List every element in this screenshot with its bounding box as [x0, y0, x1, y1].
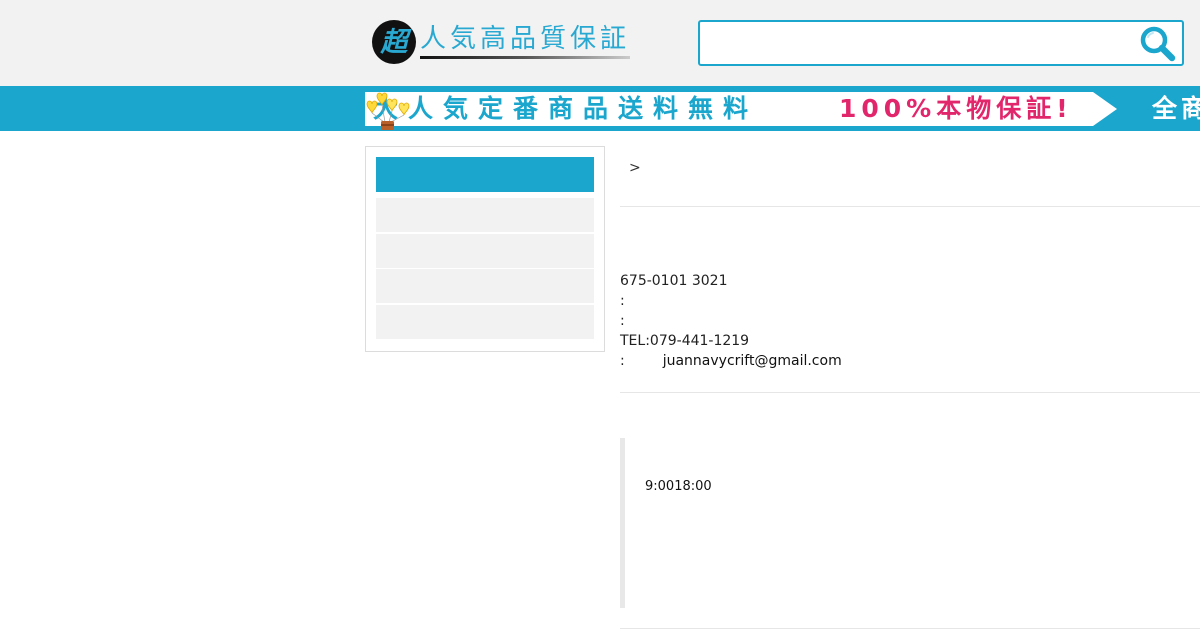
divider: [620, 392, 1200, 393]
phone-number: TEL:079-441-1219: [620, 333, 750, 349]
site-header: 超 人気高品質保証: [0, 0, 1200, 86]
logo-badge: 超: [372, 20, 416, 64]
site-logo[interactable]: 超 人気高品質保証: [372, 20, 631, 64]
search-icon: [1140, 26, 1176, 62]
divider: [620, 206, 1200, 207]
business-hours-block: 9:0018:00: [620, 438, 1200, 608]
divider: [620, 628, 1200, 629]
contact-info: 675-0101 3021 : : TEL:079-441-1219 : juan…: [620, 271, 842, 371]
search-input[interactable]: [700, 22, 1130, 64]
logo-text: 人気高品質保証: [420, 24, 631, 60]
business-hours: 9:0018:00: [645, 479, 712, 494]
breadcrumb-separator: >: [629, 160, 641, 176]
banner-strip[interactable]: 大人気定番商品送料無料 100%本物保証!: [365, 92, 1117, 130]
banner-next-text: 全商: [1152, 94, 1200, 123]
promo-banner: 大人気定番商品送料無料 100%本物保証! 全商: [0, 86, 1200, 131]
heart-balloon-icon: [366, 92, 410, 130]
banner-text-free-shipping: 大人気定番商品送料無料: [373, 94, 759, 123]
sidebar-header: [376, 157, 594, 192]
search-form: [698, 20, 1184, 66]
contact-line: :: [620, 293, 625, 309]
breadcrumb: >: [620, 160, 641, 176]
contact-line: :: [620, 313, 625, 329]
email-link[interactable]: juannavycrift@gmail.com: [663, 353, 842, 369]
sidebar-item[interactable]: [376, 234, 594, 268]
sidebar-item[interactable]: [376, 305, 594, 339]
sidebar-item[interactable]: [376, 198, 594, 232]
sidebar: [365, 146, 605, 352]
email-line: : juannavycrift@gmail.com: [620, 351, 842, 371]
sidebar-item[interactable]: [376, 269, 594, 303]
banner-text-authentic: 100%本物保証!: [839, 94, 1073, 123]
search-button[interactable]: [1138, 24, 1178, 64]
email-prefix: :: [620, 353, 625, 369]
postal-code: 675-0101 3021: [620, 273, 728, 289]
